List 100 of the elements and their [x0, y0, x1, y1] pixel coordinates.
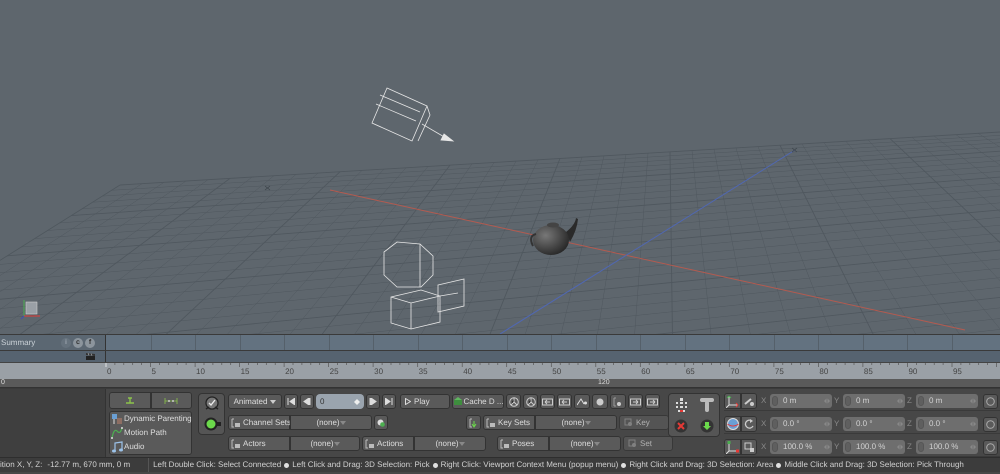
ruler-label: 65: [686, 367, 695, 377]
previous-key-button[interactable]: [300, 394, 314, 409]
ring-icon: [986, 442, 995, 452]
previous-range-button[interactable]: [557, 394, 572, 409]
transform-tool-button[interactable]: [724, 439, 741, 455]
cache-button[interactable]: Cache D ...: [452, 394, 504, 409]
reset-button[interactable]: [983, 394, 998, 408]
set-selector-button[interactable]: Key Sets: [483, 415, 535, 430]
axis-label: Y: [834, 441, 840, 453]
parent-constraint-button[interactable]: [109, 392, 150, 409]
stepper-icon: [824, 421, 830, 427]
frame-field[interactable]: 0: [316, 394, 364, 409]
tee-icon: [698, 396, 715, 413]
set-dropdown[interactable]: (none): [414, 436, 486, 451]
set-selector-button[interactable]: Actions: [362, 436, 414, 451]
down-arrow-icon: [700, 419, 714, 434]
play-button[interactable]: Play: [400, 394, 450, 409]
transform-tool-button[interactable]: [724, 393, 741, 409]
bracket-arrow-icon: [559, 398, 570, 406]
go-to-start-button[interactable]: [284, 394, 298, 409]
next-key-button[interactable]: [366, 394, 380, 409]
hint-text: Right Click: Viewport Context Menu (popup menu): [440, 459, 618, 471]
ruler-label: 70: [730, 367, 740, 377]
set-selector-button[interactable]: Channel Sets: [228, 415, 290, 430]
curve-key-icon: [577, 398, 587, 406]
position-value: -12.77 m, 670 mm, 0 m: [47, 459, 130, 471]
handle-icon: [744, 396, 754, 406]
ruler-label: 0: [107, 367, 112, 377]
distance-constraint-button[interactable]: [150, 392, 192, 409]
ruler-label: 75: [774, 367, 784, 377]
knob-icon: [845, 396, 851, 406]
knob-icon: [918, 442, 924, 452]
reset-button[interactable]: [983, 416, 998, 432]
set-dropdown[interactable]: (none): [535, 415, 617, 430]
ruler-label: 25: [330, 367, 339, 377]
stepper-icon: [824, 444, 830, 450]
record-toggle-button[interactable]: [202, 415, 220, 433]
list-item[interactable]: Dynamic Parenting: [110, 412, 191, 426]
axis-label: X: [761, 395, 768, 407]
key-tangent-button[interactable]: [523, 394, 538, 409]
value-field[interactable]: 0.0 °: [843, 417, 905, 431]
next-range-button[interactable]: [628, 394, 643, 409]
close-icon: [674, 419, 688, 434]
ruler-label: 5: [152, 367, 156, 377]
bracket-arrow-icon: [630, 398, 641, 406]
set-dropdown[interactable]: (none): [290, 415, 372, 430]
pose-set-icon: [628, 439, 637, 448]
scale-box-icon: [744, 442, 754, 452]
stepper-icon: [354, 398, 360, 404]
value-field[interactable]: 0.0 °: [770, 417, 832, 431]
list-item[interactable]: Motion Path: [110, 426, 191, 440]
value-field[interactable]: 0.0 °: [916, 417, 978, 431]
pose-icon: [500, 438, 510, 448]
previous-range-button[interactable]: [540, 394, 555, 409]
transform-tool-button[interactable]: [724, 416, 741, 432]
reset-button[interactable]: [983, 440, 998, 454]
caret-icon: [584, 420, 591, 424]
stepper-icon: [970, 421, 976, 427]
cache-icon: [452, 397, 462, 406]
value-field[interactable]: 100.0 %: [843, 440, 905, 454]
list-item[interactable]: Audio: [110, 440, 191, 454]
knob-icon: [918, 419, 924, 429]
channel-add-button[interactable]: [374, 415, 388, 430]
value-field[interactable]: 100.0 %: [770, 440, 832, 454]
transform-option-button[interactable]: [741, 416, 757, 432]
channel-add-icon: [377, 418, 385, 426]
value-field[interactable]: 0 m: [770, 394, 832, 408]
record-key-button[interactable]: [592, 394, 608, 409]
value-field[interactable]: 0 m: [843, 394, 905, 408]
ruler-label: 90: [908, 367, 918, 377]
value-field[interactable]: 100.0 %: [916, 440, 978, 454]
value-field[interactable]: 0 m: [916, 394, 978, 408]
stopwatch-icon: [204, 396, 220, 412]
dot-icon: [596, 398, 604, 406]
ruler-label: 85: [864, 367, 873, 377]
next-range-button[interactable]: [645, 394, 660, 409]
stepper-icon: [824, 398, 830, 404]
ruler-label: 10: [196, 367, 205, 377]
mode-dropdown[interactable]: Animated: [228, 394, 282, 409]
caret-icon: [334, 442, 340, 446]
knob-icon: [845, 442, 851, 452]
key-tangent-button[interactable]: [506, 394, 521, 409]
key-channel-icon: [613, 396, 623, 406]
transform-option-button[interactable]: [741, 439, 757, 455]
interpolation-button[interactable]: [574, 394, 590, 409]
hint-text: Middle Click and Drag: 3D Selection: Pick Through: [784, 459, 964, 471]
music-note-icon: [111, 441, 123, 453]
key-channel-button[interactable]: [610, 394, 626, 409]
set-selector-button[interactable]: Actors: [228, 436, 290, 451]
channel-set-icon: [231, 418, 241, 428]
stepper-icon: [897, 444, 903, 450]
set-selector-button[interactable]: Poses: [497, 436, 549, 451]
key-set-apply-button[interactable]: [466, 415, 481, 430]
go-to-end-button[interactable]: [382, 394, 396, 409]
rotate-arrow-icon: [744, 419, 754, 429]
knob-icon: [772, 419, 778, 429]
set-dropdown[interactable]: (none): [549, 436, 621, 451]
caret-icon: [458, 442, 465, 446]
set-dropdown[interactable]: (none): [290, 436, 360, 451]
transform-option-button[interactable]: [741, 393, 757, 409]
